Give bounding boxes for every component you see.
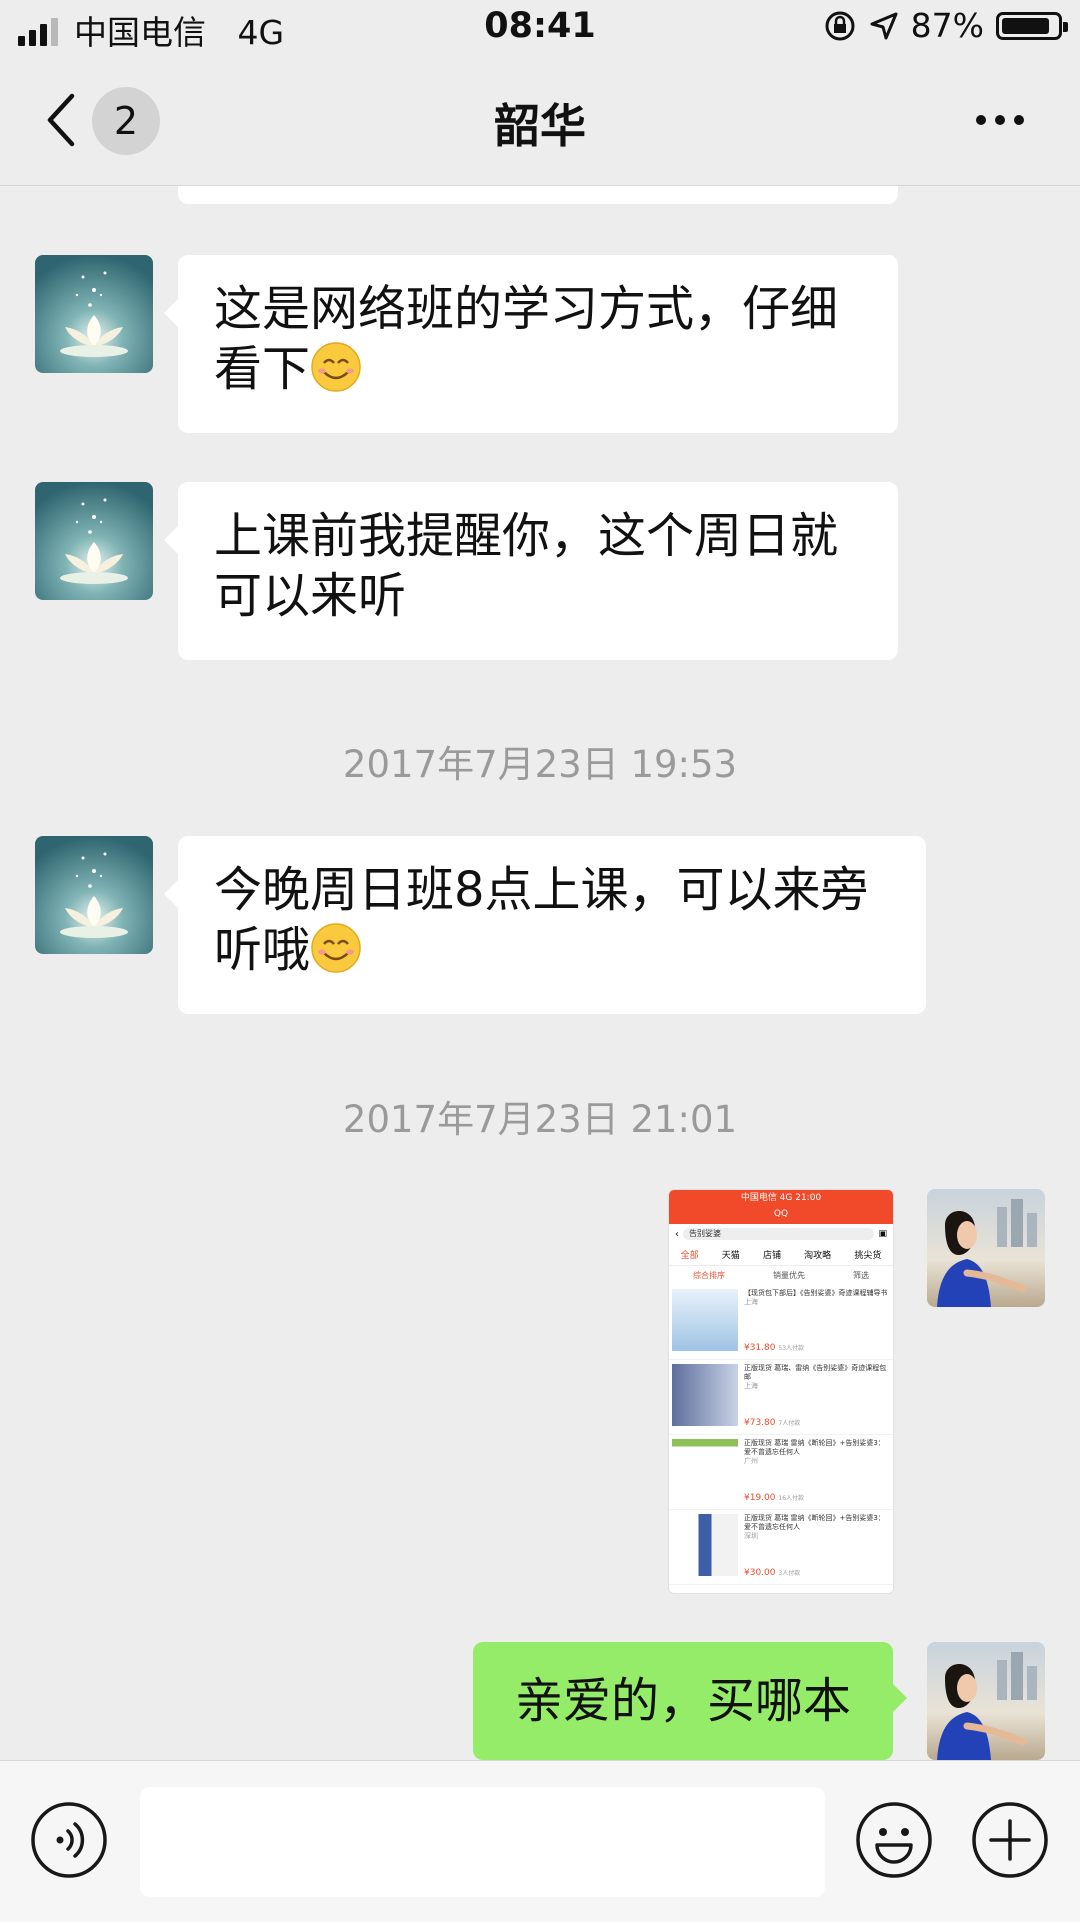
shot-search-box: 告别娑婆: [683, 1228, 875, 1240]
shot-app: QQ: [773, 1209, 789, 1219]
add-more-icon[interactable]: [971, 1801, 1049, 1879]
message-text: 这是网络班的学习方式，仔细看下: [214, 281, 839, 397]
shot-back-icon: ‹: [675, 1228, 679, 1240]
shot-product-item: 正版现货 葛瑞 雷纳《断轮回》+告别娑婆3：爱不曾遗忘任何人 广州 ¥19.00 1…: [669, 1435, 893, 1510]
shot-tab: 挑尖货: [854, 1251, 882, 1261]
shot-tab: 淘攻略: [804, 1251, 832, 1261]
contact-avatar[interactable]: [35, 836, 153, 954]
shot-product-item: 正版现货 葛瑞、雷纳《告别娑婆》奇迹课程包邮 上海 ¥73.80 7人付款: [669, 1360, 893, 1435]
smiling-face-emoji-icon: [311, 923, 361, 973]
message-list[interactable]: 这是网络班的学习方式，仔细看下 上课前我提醒你，这个周日就可以来听 2017年7…: [0, 186, 1080, 1760]
battery-percent: 87%: [910, 6, 984, 45]
shot-sort: 筛选: [853, 1271, 869, 1280]
my-avatar[interactable]: [927, 1642, 1045, 1760]
smiling-face-emoji-icon: [311, 342, 361, 392]
status-bar: 中国电信 4G 08:41 87%: [0, 0, 1080, 60]
nav-bar: 2 韶华: [0, 60, 1080, 186]
shot-product-item: 正版现货 葛瑞 雷纳《断轮回》+告别娑婆3：爱不曾遗忘任何人 深圳 ¥30.00 3…: [669, 1510, 893, 1585]
message-bubble-received[interactable]: 今晚周日班8点上课，可以来旁听哦: [164, 836, 926, 1014]
battery-icon: [996, 11, 1068, 40]
location-arrow-icon: [870, 12, 898, 39]
shot-sort: 综合排序: [693, 1271, 725, 1280]
shot-product-thumb: [672, 1439, 738, 1501]
shot-sort: 销量优先: [773, 1271, 805, 1280]
message-text: 上课前我提醒你，这个周日就可以来听: [214, 508, 839, 624]
more-options-icon[interactable]: [976, 115, 1024, 125]
shot-product-thumb: [672, 1289, 738, 1351]
emoji-icon[interactable]: [855, 1801, 933, 1879]
message-input[interactable]: [140, 1787, 825, 1897]
shot-tab: 天猫: [721, 1251, 740, 1261]
orientation-lock-icon: [825, 11, 855, 40]
my-avatar[interactable]: [927, 1189, 1045, 1307]
shot-product-thumb: [672, 1514, 738, 1576]
message-bubble-received[interactable]: 上课前我提醒你，这个周日就可以来听: [164, 482, 898, 660]
timestamp-label: 2017年7月23日 19:53: [342, 743, 738, 786]
shot-status: 中国电信 4G 21:00: [740, 1193, 822, 1203]
message-bubble-received[interactable]: 这是网络班的学习方式，仔细看下: [164, 255, 898, 433]
input-bar: [0, 1760, 1080, 1922]
timestamp-label: 2017年7月23日 21:01: [342, 1098, 738, 1141]
shot-tab: 全部: [680, 1251, 699, 1261]
message-bubble-partial: [178, 186, 898, 204]
shot-tab: 店铺: [762, 1251, 781, 1261]
contact-avatar[interactable]: [35, 255, 153, 373]
message-bubble-sent[interactable]: 亲爱的，买哪本: [473, 1642, 907, 1760]
contact-avatar[interactable]: [35, 482, 153, 600]
shot-product-thumb: [672, 1364, 738, 1426]
shot-camera-icon: ▣: [878, 1229, 887, 1239]
message-text: 亲爱的，买哪本: [514, 1673, 851, 1729]
shared-image-message[interactable]: 中国电信 4G 21:00 QQ ‹ 告别娑婆 ▣ 全部 天猫 店铺 淘攻略 挑…: [668, 1189, 894, 1594]
shot-product-item: 【现货包下部后】《告别娑婆》奇迹课程辅导书 上海 ¥31.80 53人付款: [669, 1285, 893, 1360]
voice-input-icon[interactable]: [30, 1801, 108, 1879]
chat-title: 韶华: [494, 99, 586, 153]
